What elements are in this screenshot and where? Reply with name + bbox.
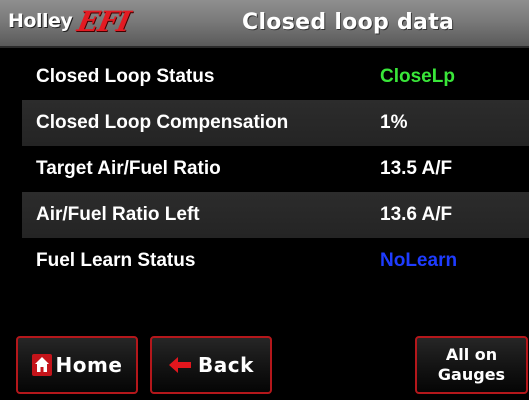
row-closed-loop-compensation: Closed Loop Compensation 1% — [22, 100, 529, 146]
row-value: 13.6 A/F — [380, 204, 453, 225]
all-on-gauges-button[interactable]: All on Gauges — [415, 336, 528, 394]
left-arrow-icon — [169, 357, 192, 373]
home-button-label: Home — [55, 353, 123, 377]
row-value: 13.5 A/F — [380, 158, 453, 179]
gauges-button-line1: All on — [445, 345, 498, 364]
gauges-button-line2: Gauges — [437, 365, 506, 384]
home-icon — [31, 354, 52, 376]
header-bar: Holley EFI Closed loop data — [0, 0, 529, 48]
row-label: Closed Loop Status — [36, 66, 215, 87]
row-fuel-learn-status: Fuel Learn Status NoLearn — [22, 238, 529, 284]
closed-loop-screen: Holley EFI Closed loop data Closed Loop … — [0, 0, 529, 400]
row-label: Target Air/Fuel Ratio — [36, 158, 221, 179]
home-button[interactable]: Home — [16, 336, 138, 394]
row-closed-loop-status: Closed Loop Status CloseLp — [22, 54, 529, 100]
row-value: NoLearn — [380, 250, 458, 271]
row-target-afr: Target Air/Fuel Ratio 13.5 A/F — [22, 146, 529, 192]
back-button[interactable]: Back — [150, 336, 272, 394]
row-value: 1% — [380, 112, 408, 133]
row-label: Closed Loop Compensation — [36, 112, 289, 133]
back-button-label: Back — [198, 353, 254, 377]
brand-name: Holley — [8, 10, 73, 32]
row-afr-left: Air/Fuel Ratio Left 13.6 A/F — [22, 192, 529, 238]
row-value: CloseLp — [380, 66, 455, 87]
page-title: Closed loop data — [242, 10, 455, 35]
data-list: Closed Loop Status CloseLp Closed Loop C… — [22, 54, 529, 284]
holley-efi-logo: Holley EFI — [8, 4, 134, 38]
brand-efi: EFI — [74, 4, 134, 38]
row-label: Air/Fuel Ratio Left — [36, 204, 200, 225]
row-label: Fuel Learn Status — [36, 250, 196, 271]
